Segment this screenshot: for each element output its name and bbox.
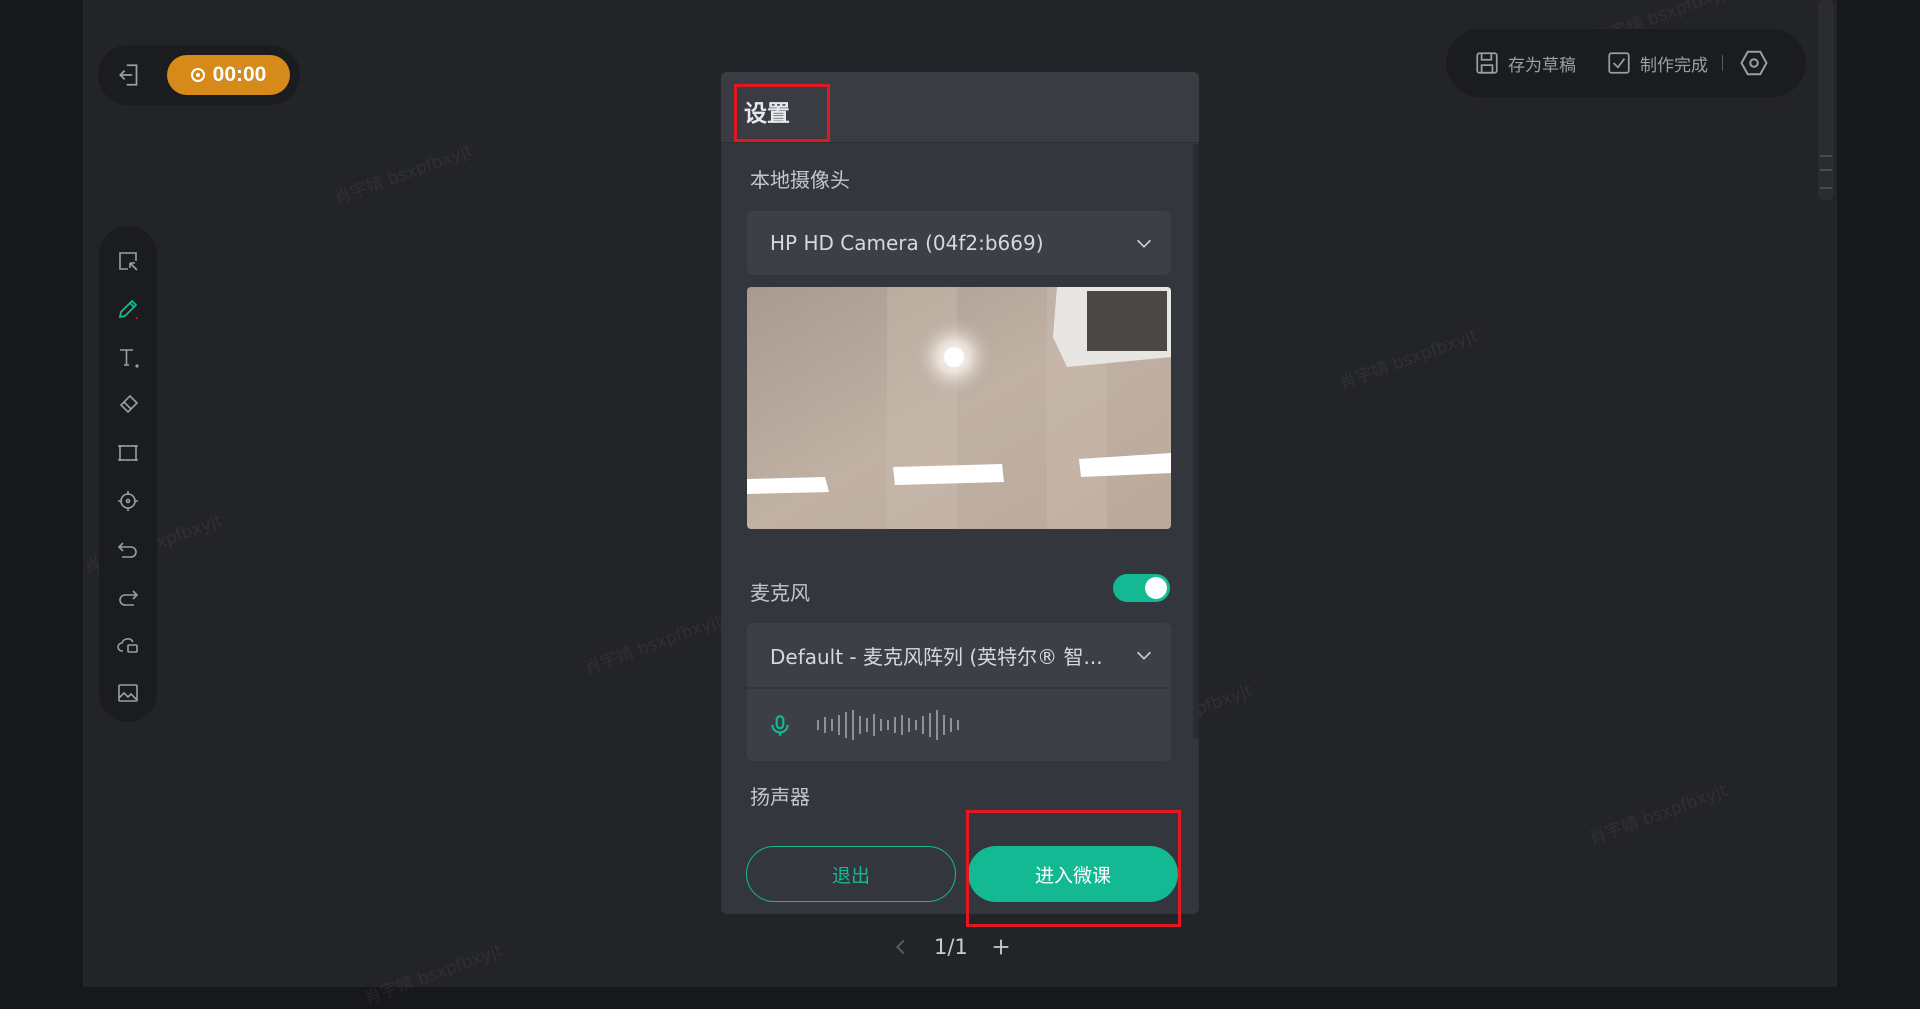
meter-bar — [817, 720, 819, 730]
meter-bar — [866, 718, 868, 732]
microphone-label: 麦克风 — [750, 581, 810, 605]
dialog-scrollbar[interactable] — [1193, 144, 1199, 739]
laser-pointer-tool[interactable] — [113, 486, 143, 516]
image-button[interactable] — [113, 678, 143, 708]
meter-bar — [894, 717, 896, 733]
page-navigator: 1/1 — [890, 930, 1040, 964]
laser-pointer-icon — [118, 491, 138, 511]
audio-level-meter — [817, 710, 959, 740]
cloud-icon — [117, 638, 138, 653]
camera-select-value: HP HD Camera (04f2:b669) — [770, 231, 1044, 255]
rectangle-tool[interactable] — [113, 438, 143, 468]
cloud-button[interactable] — [113, 630, 143, 660]
meter-bar — [824, 717, 826, 733]
speaker-label: 扬声器 — [750, 785, 810, 809]
microphone-icon — [771, 715, 789, 736]
rectangle-icon — [118, 445, 138, 461]
dialog-header: 设置 — [721, 72, 1199, 143]
chevron-left-icon[interactable] — [890, 936, 912, 958]
drawing-toolbar — [99, 226, 157, 722]
microphone-select-value: Default - 麦克风阵列 (英特尔® 智... — [770, 644, 1103, 669]
camera-preview — [747, 287, 1171, 529]
scroll-grip[interactable] — [1820, 155, 1832, 189]
dialog-title: 设置 — [744, 101, 790, 127]
meter-bar — [887, 720, 889, 730]
timer-value: 00:00 — [212, 63, 267, 86]
meter-bar — [943, 715, 945, 735]
settings-dialog: 设置 本地摄像头 HP HD Camera (04f2:b669) 麦克风 De… — [721, 72, 1199, 914]
save-draft-label: 存为草稿 — [1508, 55, 1576, 76]
camera-preview-image — [747, 287, 1171, 529]
meter-bar — [901, 715, 903, 735]
finish-label: 制作完成 — [1640, 55, 1708, 76]
page-indicator: 1/1 — [934, 935, 968, 959]
meter-bar — [873, 714, 875, 736]
save-draft-button[interactable]: 存为草稿 — [1474, 50, 1576, 76]
camera-select[interactable]: HP HD Camera (04f2:b669) — [747, 211, 1171, 275]
exit-button[interactable]: 退出 — [746, 846, 956, 902]
vertical-scrollbar[interactable] — [1818, 0, 1834, 200]
pen-icon — [118, 299, 138, 319]
meter-bar — [859, 716, 861, 734]
meter-bar — [838, 715, 840, 735]
eraser-tool[interactable] — [113, 390, 143, 420]
check-icon — [1608, 52, 1630, 74]
meter-bar — [915, 720, 917, 730]
meter-bar — [936, 710, 938, 740]
toggle-knob — [1145, 577, 1167, 599]
microphone-level-panel — [747, 689, 1171, 761]
meter-bar — [852, 710, 854, 740]
redo-button[interactable] — [113, 582, 143, 612]
add-page-icon[interactable] — [990, 936, 1012, 958]
meter-bar — [880, 719, 882, 731]
pen-tool[interactable] — [107, 288, 149, 330]
redo-icon — [119, 590, 139, 606]
exit-icon[interactable] — [117, 62, 143, 88]
eraser-icon — [119, 394, 139, 414]
text-icon — [120, 349, 139, 368]
undo-icon — [117, 542, 137, 558]
meter-bar — [929, 713, 931, 737]
select-icon — [119, 252, 138, 271]
meter-bar — [957, 720, 959, 730]
top-action-bar: 存为草稿 制作完成 — [1446, 29, 1806, 97]
microphone-select[interactable]: Default - 麦克风阵列 (英特尔® 智... — [747, 623, 1171, 687]
finish-button[interactable]: 制作完成 — [1606, 50, 1708, 76]
camera-label: 本地摄像头 — [750, 168, 850, 192]
meter-bar — [908, 718, 910, 732]
enter-course-button[interactable]: 进入微课 — [968, 846, 1178, 902]
meter-bar — [831, 719, 833, 731]
chevron-down-icon — [1136, 651, 1152, 660]
settings-icon[interactable] — [1739, 48, 1769, 78]
chevron-down-icon — [1136, 239, 1152, 248]
select-tool[interactable] — [113, 246, 143, 276]
divider — [1722, 55, 1723, 71]
microphone-toggle[interactable] — [1113, 574, 1170, 602]
recording-timer[interactable]: 00:00 — [167, 55, 290, 95]
save-icon — [1476, 52, 1498, 74]
undo-button[interactable] — [113, 534, 143, 564]
meter-bar — [922, 716, 924, 734]
text-tool[interactable] — [113, 342, 143, 372]
record-icon — [190, 68, 205, 82]
image-icon — [118, 684, 138, 702]
meter-bar — [845, 712, 847, 738]
meter-bar — [950, 718, 952, 732]
